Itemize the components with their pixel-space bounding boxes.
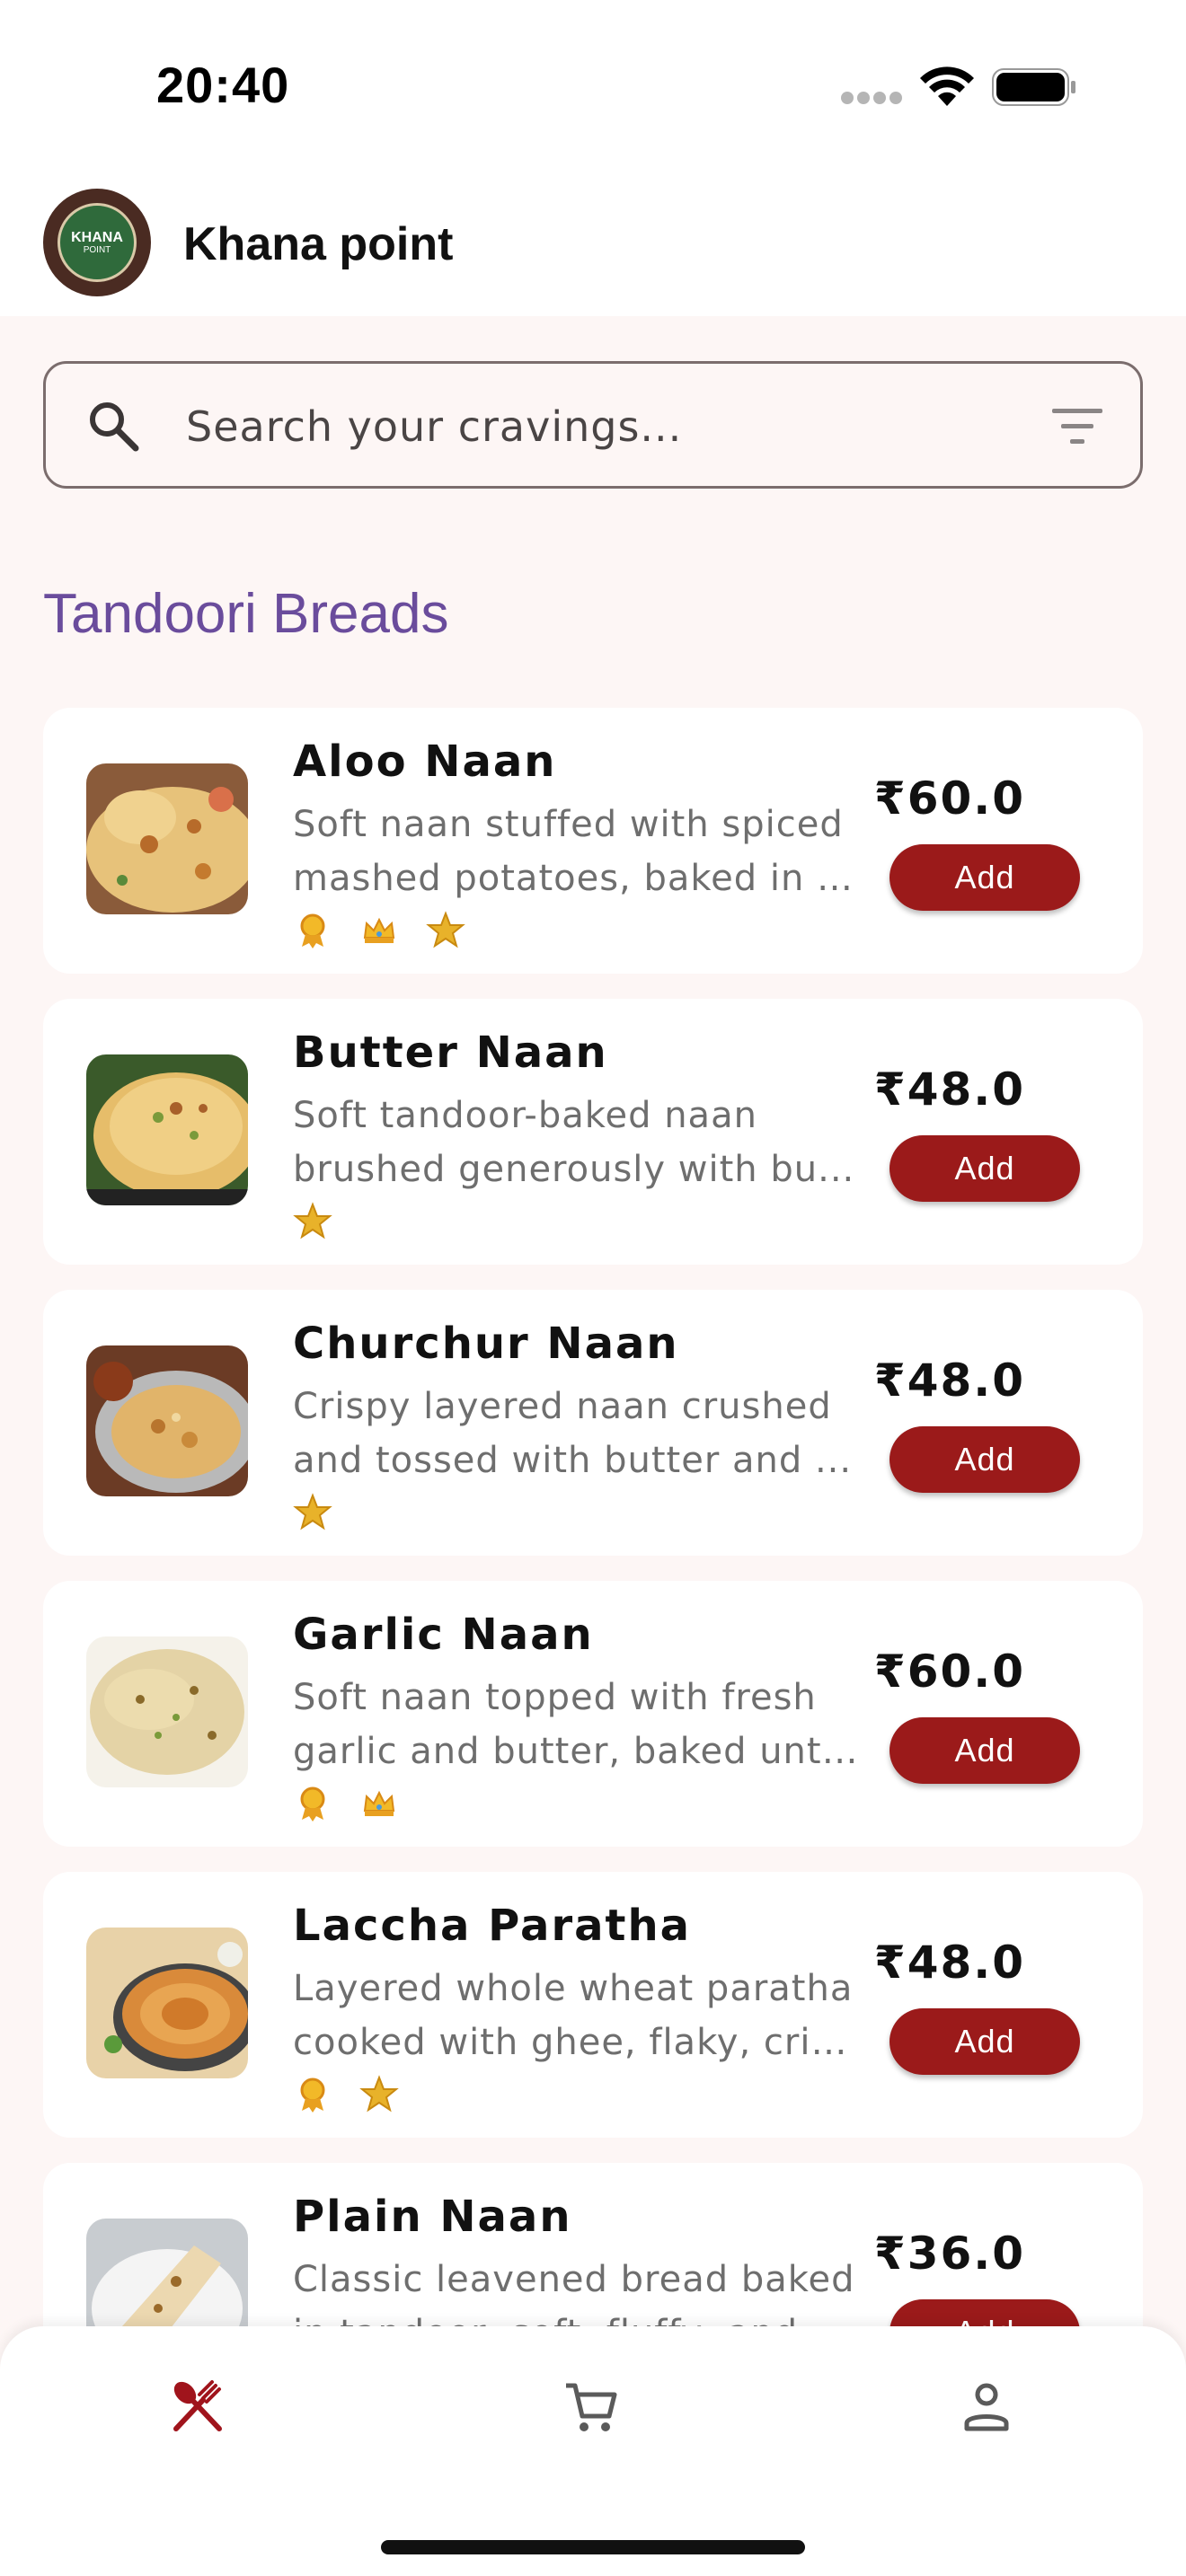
item-description-line: brushed generously with bu... (293, 1149, 855, 1190)
item-description: Crispy layered naan crushed and tossed w… (293, 1380, 861, 1487)
item-description-line: Soft naan stuffed with spiced (293, 804, 844, 845)
menu-item-card[interactable]: Aloo Naan Soft naan stuffed with spiced … (43, 708, 1143, 974)
award-icon (300, 913, 325, 948)
menu-item-card[interactable]: Churchur Naan Crispy layered naan crushe… (43, 1290, 1143, 1556)
nav-profile[interactable] (951, 2371, 1022, 2443)
item-price: ₹48.0 (873, 1354, 1026, 1407)
item-badges (293, 911, 465, 950)
item-price: ₹60.0 (873, 772, 1026, 825)
nav-cart[interactable] (555, 2371, 627, 2443)
add-button[interactable]: Add (890, 1426, 1080, 1493)
item-image (86, 763, 248, 914)
item-description: Soft naan stuffed with spiced mashed pot… (293, 798, 861, 905)
restaurant-icon (173, 2380, 222, 2431)
cart-icon (566, 2383, 617, 2431)
add-button[interactable]: Add (890, 2008, 1080, 2075)
section-title: Tandoori Breads (43, 583, 449, 645)
status-bar: 20:40 (0, 0, 1186, 180)
add-button[interactable]: Add (890, 844, 1080, 911)
item-description-line: cooked with ghee, flaky, cris... (293, 2022, 861, 2063)
item-price: ₹60.0 (873, 1645, 1026, 1698)
app-title: Khana point (183, 218, 454, 270)
menu-item-card[interactable]: Butter Naan Soft tandoor-baked naan brus… (43, 999, 1143, 1265)
item-description: Layered whole wheat paratha cooked with … (293, 1962, 861, 2069)
item-badges (293, 2075, 399, 2114)
bottom-nav (0, 2326, 1186, 2576)
item-price: ₹36.0 (873, 2228, 1026, 2280)
item-badges (293, 1202, 332, 1241)
menu-item-card[interactable]: Garlic Naan Soft naan topped with fresh … (43, 1581, 1143, 1847)
crown-icon (363, 1790, 395, 1816)
app-header: KHANA POINT Khana point (0, 180, 1186, 316)
item-price: ₹48.0 (873, 1936, 1026, 1989)
item-description-line: Classic leavened bread baked (293, 2259, 855, 2300)
item-name: Aloo Naan (293, 737, 557, 787)
logo-text: KHANA (71, 229, 123, 245)
person-icon (964, 2383, 1009, 2431)
home-indicator (381, 2540, 805, 2554)
menu-item-card[interactable]: Laccha Paratha Layered whole wheat parat… (43, 1872, 1143, 2138)
cellular-signal-icon (841, 92, 904, 104)
item-name: Garlic Naan (293, 1610, 594, 1660)
item-description-line: mashed potatoes, baked in t... (293, 858, 861, 899)
item-description-line: Crispy layered naan crushed (293, 1386, 832, 1427)
logo-badge: KHANA POINT (58, 203, 137, 282)
app-logo[interactable]: KHANA POINT (43, 189, 151, 296)
star-icon (359, 2075, 399, 2113)
crown-icon (363, 917, 395, 943)
item-badges (293, 1493, 332, 1532)
wifi-icon (920, 66, 974, 106)
item-description-line: and tossed with butter and ... (293, 1440, 853, 1481)
item-description: Soft naan topped with fresh garlic and b… (293, 1671, 861, 1778)
item-image (86, 1054, 248, 1205)
item-price: ₹48.0 (873, 1063, 1026, 1116)
logo-subtext: POINT (83, 245, 111, 256)
item-description: Soft tandoor-baked naan brushed generous… (293, 1089, 861, 1196)
item-badges (293, 1784, 399, 1823)
item-name: Churchur Naan (293, 1319, 679, 1369)
item-image (86, 1345, 248, 1496)
star-icon (426, 911, 465, 948)
search-input[interactable] (186, 398, 995, 455)
item-name: Butter Naan (293, 1028, 608, 1078)
filter-icon[interactable] (1050, 403, 1104, 450)
item-name: Laccha Paratha (293, 1901, 692, 1951)
status-time: 20:40 (156, 57, 290, 113)
award-icon (300, 1786, 325, 1822)
search-icon (90, 402, 139, 452)
item-description-line: garlic and butter, baked unti... (293, 1731, 861, 1772)
item-name: Plain Naan (293, 2192, 572, 2242)
item-description-line: Soft tandoor-baked naan (293, 1095, 757, 1136)
add-button[interactable]: Add (890, 1717, 1080, 1784)
add-button[interactable]: Add (890, 1135, 1080, 1202)
item-description-line: Soft naan topped with fresh (293, 1677, 817, 1718)
star-icon (293, 1202, 332, 1239)
nav-menu[interactable] (162, 2371, 234, 2443)
search-bar[interactable] (43, 361, 1143, 489)
award-icon (300, 2078, 325, 2113)
star-icon (293, 1493, 332, 1531)
item-image (86, 1636, 248, 1787)
item-image (86, 1928, 248, 2078)
battery-icon (992, 68, 1075, 106)
item-description-line: Layered whole wheat paratha (293, 1968, 854, 2009)
